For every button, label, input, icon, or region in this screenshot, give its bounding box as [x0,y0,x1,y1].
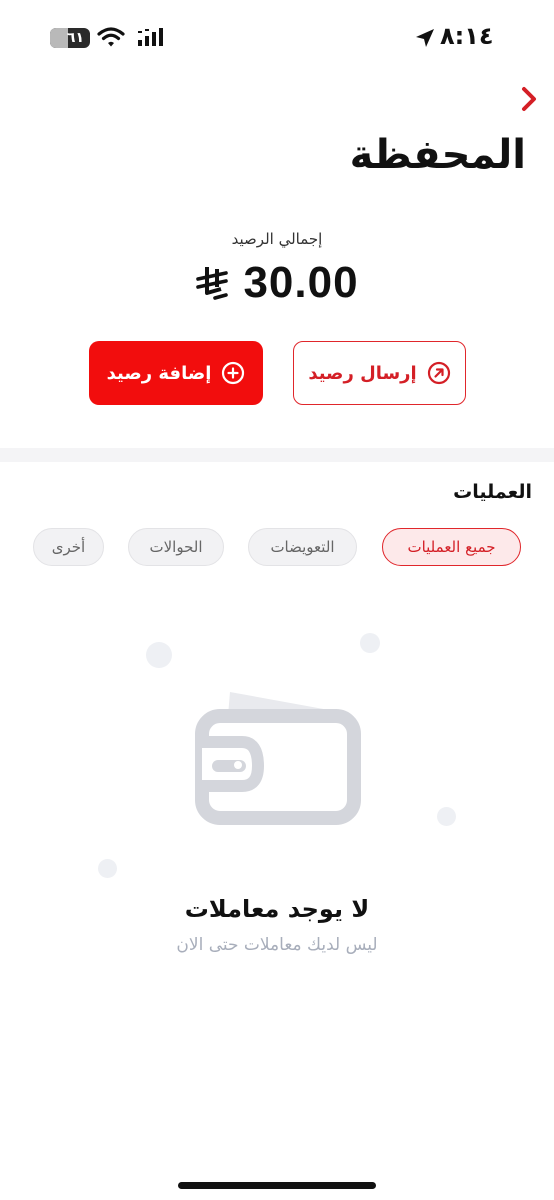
decorative-dot [360,633,380,653]
section-divider [0,448,554,462]
arrow-up-right-circle-icon [427,361,450,385]
home-indicator[interactable] [178,1182,376,1189]
transaction-filters: جميع العمليات التعويضات الحوالات أخرى [0,528,554,568]
back-chevron-icon[interactable] [515,84,543,114]
battery-level: ٦١ [66,30,84,46]
transactions-title: العمليات [453,481,532,503]
saudi-riyal-icon [196,267,229,300]
add-balance-label: إضافة رصيد [106,362,212,384]
balance-label: إجمالي الرصيد [231,230,323,248]
filter-other[interactable]: أخرى [33,528,104,566]
status-time: ٨:١٤ [440,22,494,50]
status-bar: ٦١ ٨:١٤ [0,0,554,78]
balance-amount: 30.00 [243,258,359,307]
page-title: المحفظة [349,132,526,178]
add-balance-button[interactable]: إضافة رصيد [89,341,263,405]
filter-all-transactions[interactable]: جميع العمليات [382,528,521,566]
empty-state-subtitle: ليس لديك معاملات حتى الان [176,935,378,955]
filter-transfers[interactable]: الحوالات [128,528,224,566]
decorative-dot [146,642,172,668]
wallet-icon [195,692,361,825]
wifi-icon [97,27,125,47]
empty-state-title: لا يوجد معاملات [184,895,370,923]
cellular-signal-icon [138,28,163,46]
battery-icon: ٦١ [50,28,90,48]
filter-compensations[interactable]: التعويضات [248,528,357,566]
balance-display: 30.00 [0,258,554,308]
send-balance-label: إرسال رصيد [308,362,417,384]
plus-circle-icon [222,361,245,385]
location-arrow-icon [416,29,434,47]
decorative-dot [437,807,456,826]
decorative-dot [98,859,117,878]
send-balance-button[interactable]: إرسال رصيد [293,341,466,405]
